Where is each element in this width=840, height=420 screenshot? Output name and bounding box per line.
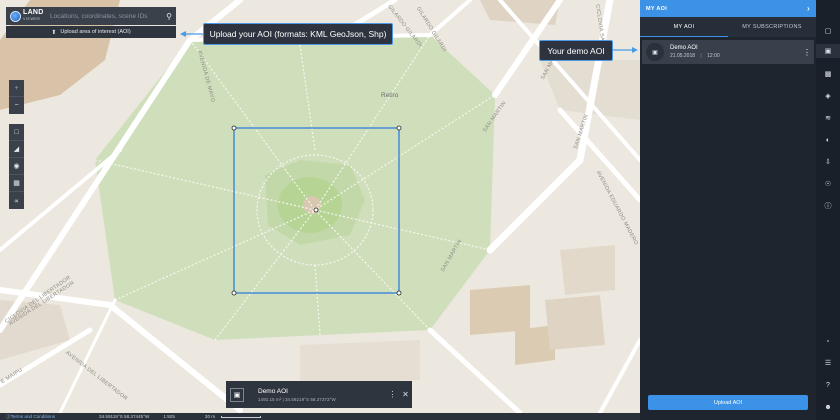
graph-icon[interactable]: ≋: [816, 111, 840, 125]
demo-aoi-callout: Your demo AOI: [539, 40, 613, 61]
aoi-shape-icon: ▣: [646, 43, 664, 61]
aoi-list-item[interactable]: ▣ Demo AOI 21.05.2018 | 12:00 ⋮: [642, 40, 814, 64]
upload-callout: Upload your AOI (formats: KML GeoJson, S…: [203, 23, 393, 45]
location-icon[interactable]: ◉: [9, 158, 24, 175]
zoom-controls: + −: [9, 80, 24, 114]
draw-aoi-icon[interactable]: □: [9, 124, 24, 141]
aoi-shape-icon: ▣: [230, 387, 244, 402]
tab-my-subscriptions[interactable]: MY SUBSCRIPTIONS: [728, 17, 816, 37]
book-icon[interactable]: ▦: [9, 175, 24, 192]
chat-icon[interactable]: ▫: [816, 334, 840, 348]
more-menu-icon[interactable]: ⋮: [386, 390, 399, 399]
stack-icon[interactable]: ◈: [816, 89, 840, 103]
info-icon[interactable]: ⓘ: [816, 199, 840, 213]
scale-bar: [221, 415, 262, 418]
contrast-icon[interactable]: ◐: [816, 133, 840, 147]
close-icon[interactable]: ✕: [399, 390, 412, 399]
upload-aoi-button[interactable]: Upload AOI: [648, 395, 808, 410]
zoom-out-button[interactable]: −: [9, 97, 24, 114]
zoom-scale: 1:925: [163, 414, 175, 419]
globe-icon[interactable]: ☉: [816, 177, 840, 191]
panel-tabs: MY AOI MY SUBSCRIPTIONS: [640, 17, 816, 37]
aoi-details: 1492.15 m² | 34.59219°S 58.37373°W: [258, 396, 336, 402]
download-icon[interactable]: ⇩: [816, 155, 840, 169]
share-icon[interactable]: ∝: [9, 192, 24, 209]
terms-link[interactable]: Terms and Conditions: [11, 414, 55, 419]
cursor-coords: 34.59119°S 58.37445°W: [99, 414, 150, 419]
aoi-item-name: Demo AOI: [670, 45, 698, 51]
right-toolbar: ▢ ▣ ▩ ◈ ≋ ◐ ⇩ ☉ ⓘ ▫ ☰ ? ☻: [816, 0, 840, 420]
panel-header: MY AOI ›: [640, 0, 816, 17]
aoi-item-time: 12:00: [707, 53, 720, 59]
collapse-chevron-icon[interactable]: ›: [807, 4, 810, 13]
aoi-name: Demo AOI: [258, 387, 288, 395]
aoi-info-bar: ▣ Demo AOI 1492.15 m² | 34.59219°S 58.37…: [226, 381, 412, 408]
layers-icon[interactable]: ▣: [816, 44, 840, 58]
aoi-panel: MY AOI › MY AOI MY SUBSCRIPTIONS ▣ Demo …: [640, 0, 816, 420]
map-tools: □ ◢ ◉ ▦ ∝: [9, 124, 24, 209]
images-icon[interactable]: ▩: [816, 67, 840, 81]
aoi-item-menu-icon[interactable]: ⋮: [800, 48, 814, 57]
help-icon[interactable]: ?: [816, 378, 840, 392]
ruler-icon[interactable]: ◢: [9, 141, 24, 158]
panel-title: MY AOI: [646, 5, 668, 12]
aoi-icon[interactable]: ▢: [816, 24, 840, 38]
status-bar: ⓘ Terms and Conditions 34.59119°S 58.374…: [0, 413, 640, 420]
tab-my-aoi[interactable]: MY AOI: [640, 17, 728, 37]
aoi-item-date: 21.05.2018: [670, 53, 696, 59]
zoom-in-button[interactable]: +: [9, 80, 24, 97]
place-label: Retiro: [381, 92, 399, 99]
cart-icon[interactable]: ☰: [816, 356, 840, 370]
user-icon[interactable]: ☻: [816, 400, 840, 414]
scale-label: 30 m: [204, 414, 216, 419]
